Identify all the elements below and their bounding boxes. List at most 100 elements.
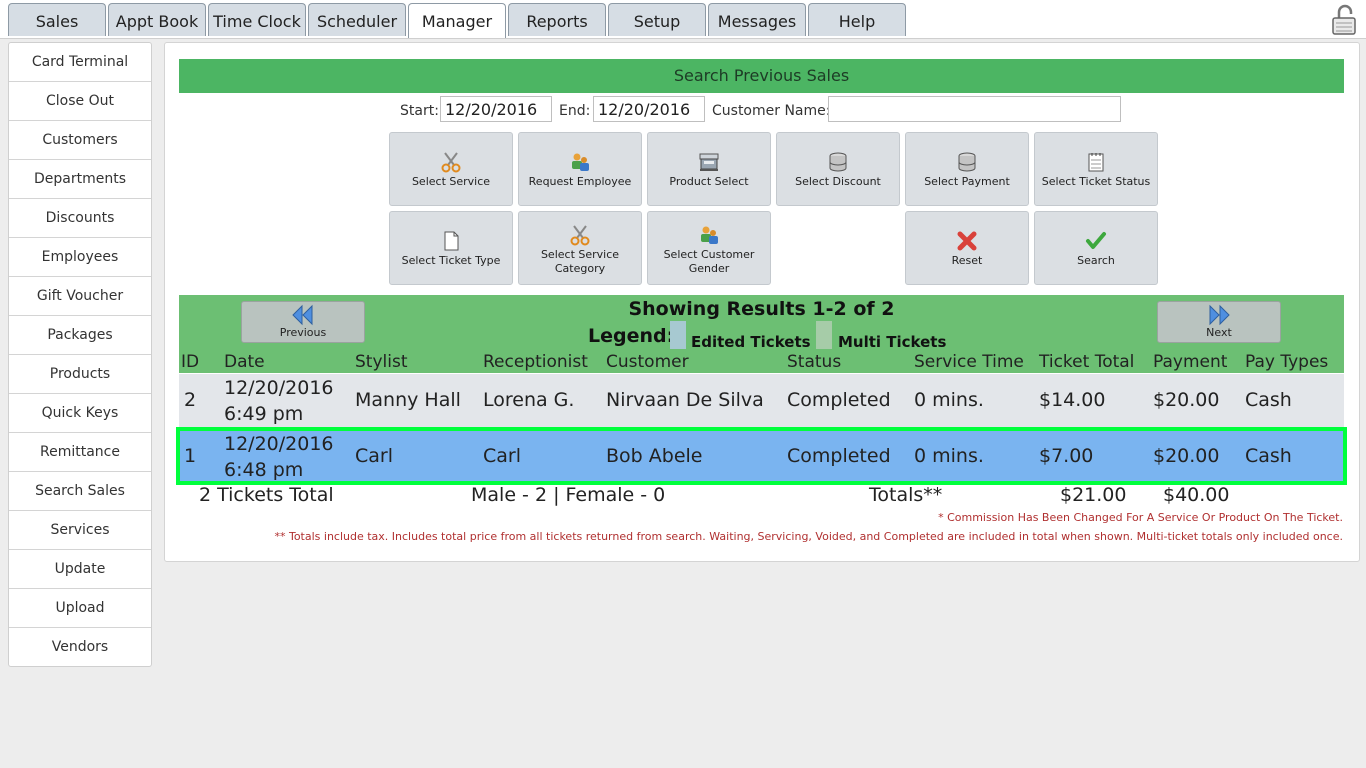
select-customer-gender-button[interactable]: Select Customer Gender bbox=[647, 211, 771, 285]
tab-messages[interactable]: Messages bbox=[708, 3, 806, 36]
legend-edited-swatch bbox=[670, 321, 686, 349]
tab-time-clock[interactable]: Time Clock bbox=[208, 3, 306, 36]
table-row[interactable]: 2 12/20/2016 6:49 pm Manny Hall Lorena G… bbox=[179, 374, 1344, 428]
cell-customer: Bob Abele bbox=[606, 445, 703, 467]
search-button[interactable]: Search bbox=[1034, 211, 1158, 285]
register-icon bbox=[699, 153, 719, 171]
cell-status: Completed bbox=[787, 445, 891, 467]
col-header-service-time: Service Time bbox=[914, 352, 1024, 372]
cell-date: 12/20/2016 bbox=[224, 377, 334, 399]
select-discount-label: Select Discount bbox=[795, 175, 881, 188]
sidebar-item-employees[interactable]: Employees bbox=[9, 238, 151, 277]
legend-edited-text: Edited Tickets bbox=[691, 333, 811, 351]
select-service-button[interactable]: Select Service bbox=[389, 132, 513, 206]
sidebar-item-upload[interactable]: Upload bbox=[9, 589, 151, 628]
gender-breakdown: Male - 2 | Female - 0 bbox=[471, 484, 666, 506]
select-customer-gender-label-1: Select Customer bbox=[663, 248, 755, 261]
end-date-input[interactable] bbox=[593, 96, 705, 122]
document-icon bbox=[444, 231, 459, 251]
select-service-category-button[interactable]: Select Service Category bbox=[518, 211, 642, 285]
page-title: Search Previous Sales bbox=[179, 59, 1344, 93]
sidebar-item-vendors[interactable]: Vendors bbox=[9, 628, 151, 666]
select-ticket-status-button[interactable]: Select Ticket Status bbox=[1034, 132, 1158, 206]
sidebar-item-gift-voucher[interactable]: Gift Voucher bbox=[9, 277, 151, 316]
scissors-icon bbox=[441, 152, 461, 173]
col-header-status: Status bbox=[787, 352, 842, 372]
cell-date: 12/20/2016 bbox=[224, 433, 334, 455]
select-payment-button[interactable]: Select Payment bbox=[905, 132, 1029, 206]
select-service-label: Select Service bbox=[411, 175, 491, 188]
totals-label: Totals** bbox=[869, 484, 943, 506]
cell-receptionist: Lorena G. bbox=[483, 389, 575, 411]
sidebar-item-card-terminal[interactable]: Card Terminal bbox=[9, 43, 151, 82]
database-icon bbox=[958, 152, 976, 172]
select-payment-label: Select Payment bbox=[924, 175, 1010, 188]
commission-note: * Commission Has Been Changed For A Serv… bbox=[938, 511, 1343, 524]
reset-button[interactable]: Reset bbox=[905, 211, 1029, 285]
end-label: End: bbox=[559, 103, 591, 119]
sidebar-item-close-out[interactable]: Close Out bbox=[9, 82, 151, 121]
lock-icon[interactable] bbox=[1330, 4, 1358, 36]
legend-multi-text: Multi Tickets bbox=[838, 333, 947, 351]
sidebar-item-remittance[interactable]: Remittance bbox=[9, 433, 151, 472]
sidebar-item-departments[interactable]: Departments bbox=[9, 160, 151, 199]
results-header: Previous Next Showing Results 1-2 of 2 L… bbox=[179, 295, 1344, 373]
ticket-total-sum: $21.00 bbox=[1060, 484, 1127, 506]
legend-multi-swatch bbox=[816, 321, 832, 349]
manager-sidebar: Card Terminal Close Out Customers Depart… bbox=[8, 42, 152, 667]
request-employee-button[interactable]: Request Employee bbox=[518, 132, 642, 206]
select-discount-button[interactable]: Select Discount bbox=[776, 132, 900, 206]
tab-setup[interactable]: Setup bbox=[608, 3, 706, 36]
customer-name-input[interactable] bbox=[828, 96, 1121, 122]
red-x-icon bbox=[957, 231, 977, 251]
sidebar-item-products[interactable]: Products bbox=[9, 355, 151, 394]
select-ticket-status-label: Select Ticket Status bbox=[1041, 175, 1151, 188]
cell-stylist: Manny Hall bbox=[355, 389, 461, 411]
tickets-total: 2 Tickets Total bbox=[199, 484, 334, 506]
start-date-input[interactable] bbox=[440, 96, 552, 122]
sidebar-item-services[interactable]: Services bbox=[9, 511, 151, 550]
tab-appt-book[interactable]: Appt Book bbox=[108, 3, 206, 36]
sidebar-item-discounts[interactable]: Discounts bbox=[9, 199, 151, 238]
sidebar-item-search-sales[interactable]: Search Sales bbox=[9, 472, 151, 511]
people-icon bbox=[701, 226, 718, 244]
people-icon bbox=[572, 153, 589, 171]
search-label: Search bbox=[1077, 254, 1115, 267]
tab-help[interactable]: Help bbox=[808, 3, 906, 36]
search-sales-panel: Search Previous Sales Start: End: Custom… bbox=[164, 42, 1360, 562]
results-count: Showing Results 1-2 of 2 bbox=[628, 298, 895, 320]
product-select-button[interactable]: Product Select bbox=[647, 132, 771, 206]
cell-time: 6:49 pm bbox=[224, 403, 304, 425]
sidebar-item-quick-keys[interactable]: Quick Keys bbox=[9, 394, 151, 433]
tab-reports[interactable]: Reports bbox=[508, 3, 606, 36]
cell-customer: Nirvaan De Silva bbox=[606, 389, 764, 411]
request-employee-label: Request Employee bbox=[528, 175, 632, 188]
product-select-label: Product Select bbox=[669, 175, 749, 188]
database-icon bbox=[829, 152, 847, 172]
select-ticket-type-label: Select Ticket Type bbox=[401, 254, 501, 267]
col-header-receptionist: Receptionist bbox=[483, 352, 588, 372]
select-customer-gender-label-2: Gender bbox=[688, 262, 730, 275]
select-ticket-type-button[interactable]: Select Ticket Type bbox=[389, 211, 513, 285]
tab-sales[interactable]: Sales bbox=[8, 3, 106, 36]
sidebar-item-update[interactable]: Update bbox=[9, 550, 151, 589]
cell-receptionist: Carl bbox=[483, 445, 521, 467]
col-header-payment: Payment bbox=[1153, 352, 1228, 372]
tab-scheduler[interactable]: Scheduler bbox=[308, 3, 406, 36]
sidebar-item-customers[interactable]: Customers bbox=[9, 121, 151, 160]
tab-manager[interactable]: Manager bbox=[408, 3, 506, 38]
col-header-date: Date bbox=[224, 352, 265, 372]
scissors-icon bbox=[570, 225, 590, 246]
col-header-pay-types: Pay Types bbox=[1245, 352, 1329, 372]
legend-label: Legend: bbox=[588, 325, 675, 347]
table-row-selected[interactable]: 1 12/20/2016 6:48 pm Carl Carl Bob Abele… bbox=[176, 427, 1347, 485]
sidebar-item-packages[interactable]: Packages bbox=[9, 316, 151, 355]
col-header-stylist: Stylist bbox=[355, 352, 408, 372]
cell-service-time: 0 mins. bbox=[914, 445, 984, 467]
cell-payment: $20.00 bbox=[1153, 389, 1220, 411]
next-label: Next bbox=[1206, 326, 1232, 339]
col-header-ticket-total: Ticket Total bbox=[1039, 352, 1135, 372]
top-tab-bar: Sales Appt Book Time Clock Scheduler Man… bbox=[0, 0, 1366, 39]
cell-stylist: Carl bbox=[355, 445, 393, 467]
cell-ticket-total: $7.00 bbox=[1039, 445, 1094, 467]
